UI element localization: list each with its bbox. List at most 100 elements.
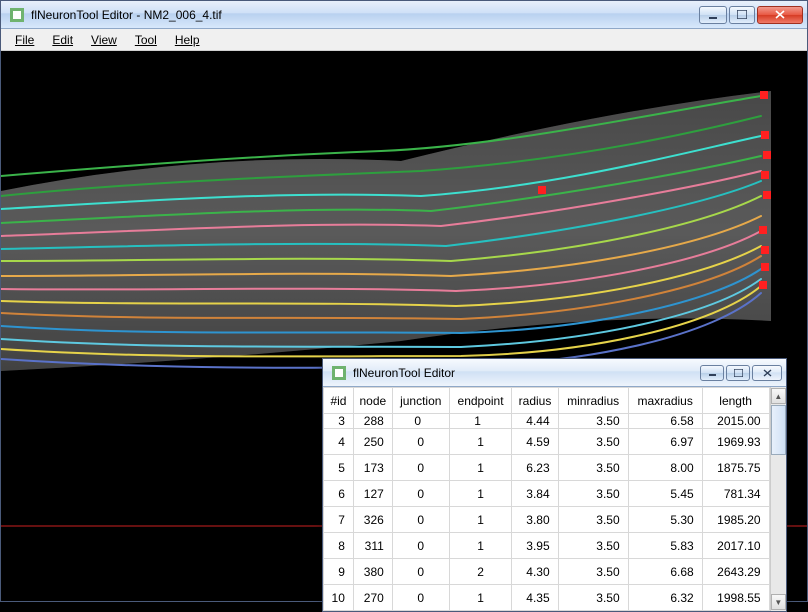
cell-maxradius: 5.30 xyxy=(628,507,702,533)
cell-minradius: 3.50 xyxy=(558,559,628,585)
cell-endpoint: 1 xyxy=(449,429,512,455)
data-table[interactable]: #id node junction endpoint radius minrad… xyxy=(323,387,770,611)
cell-id: 10 xyxy=(324,585,354,611)
cell-length: 1875.75 xyxy=(702,455,769,481)
cell-endpoint: 2 xyxy=(449,559,512,585)
table-row[interactable]: 6127013.843.505.45781.34 xyxy=(324,481,770,507)
cell-node: 380 xyxy=(353,559,392,585)
col-minradius[interactable]: minradius xyxy=(558,388,628,414)
cell-id: 3 xyxy=(324,414,354,429)
data-table-wrap: #id node junction endpoint radius minrad… xyxy=(323,387,786,611)
main-window-title: flNeuronTool Editor - NM2_006_4.tif xyxy=(31,8,699,22)
maximize-button[interactable] xyxy=(729,6,755,24)
col-id[interactable]: #id xyxy=(324,388,354,414)
cell-length: 2017.10 xyxy=(702,533,769,559)
cell-radius: 4.59 xyxy=(512,429,558,455)
cell-id: 6 xyxy=(324,481,354,507)
cell-radius: 6.23 xyxy=(512,455,558,481)
col-length[interactable]: length xyxy=(702,388,769,414)
cell-endpoint: 1 xyxy=(449,481,512,507)
menu-edit[interactable]: Edit xyxy=(44,31,81,49)
table-row[interactable]: 8311013.953.505.832017.10 xyxy=(324,533,770,559)
cell-endpoint: 1 xyxy=(449,455,512,481)
cell-node: 173 xyxy=(353,455,392,481)
table-row[interactable]: 9380024.303.506.682643.29 xyxy=(324,559,770,585)
col-radius[interactable]: radius xyxy=(512,388,558,414)
cell-maxradius: 8.00 xyxy=(628,455,702,481)
cell-endpoint: 1 xyxy=(449,585,512,611)
cell-radius: 4.30 xyxy=(512,559,558,585)
cell-junction: 0 xyxy=(392,507,449,533)
cell-length: 1969.93 xyxy=(702,429,769,455)
minimize-button[interactable] xyxy=(700,365,724,381)
cell-radius: 3.84 xyxy=(512,481,558,507)
cell-minradius: 3.50 xyxy=(558,533,628,559)
data-window: flNeuronTool Editor #id node junction en… xyxy=(322,358,787,612)
cell-minradius: 3.50 xyxy=(558,429,628,455)
window-controls xyxy=(700,365,782,381)
cell-length: 1998.55 xyxy=(702,585,769,611)
app-icon xyxy=(9,7,25,23)
cell-radius: 3.95 xyxy=(512,533,558,559)
table-row[interactable]: 7326013.803.505.301985.20 xyxy=(324,507,770,533)
cell-endpoint: 1 xyxy=(449,507,512,533)
cell-id: 7 xyxy=(324,507,354,533)
cell-minradius: 3.50 xyxy=(558,481,628,507)
cell-junction: 0 xyxy=(392,533,449,559)
vertical-scrollbar[interactable]: ▲ ▼ xyxy=(770,387,786,611)
scrollbar-track[interactable] xyxy=(771,405,786,593)
cell-node: 311 xyxy=(353,533,392,559)
cell-radius: 3.80 xyxy=(512,507,558,533)
cell-junction: 0 xyxy=(392,455,449,481)
cell-maxradius: 5.83 xyxy=(628,533,702,559)
table-row[interactable]: 4250014.593.506.971969.93 xyxy=(324,429,770,455)
scrollbar-thumb[interactable] xyxy=(771,405,786,455)
close-button[interactable] xyxy=(752,365,782,381)
cell-maxradius: 6.58 xyxy=(628,414,702,429)
col-node[interactable]: node xyxy=(353,388,392,414)
table-row[interactable]: 10270014.353.506.321998.55 xyxy=(324,585,770,611)
cell-maxradius: 5.45 xyxy=(628,481,702,507)
cell-minradius: 3.50 xyxy=(558,585,628,611)
maximize-button[interactable] xyxy=(726,365,750,381)
table-row[interactable]: 5173016.233.508.001875.75 xyxy=(324,455,770,481)
minimize-button[interactable] xyxy=(699,6,727,24)
cell-length: 2643.29 xyxy=(702,559,769,585)
cell-id: 5 xyxy=(324,455,354,481)
col-junction[interactable]: junction xyxy=(392,388,449,414)
menu-file[interactable]: File xyxy=(7,31,42,49)
cell-maxradius: 6.32 xyxy=(628,585,702,611)
scroll-up-button[interactable]: ▲ xyxy=(771,388,786,404)
cell-junction: 0 xyxy=(392,559,449,585)
cell-maxradius: 6.68 xyxy=(628,559,702,585)
cell-node: 326 xyxy=(353,507,392,533)
cell-length: 781.34 xyxy=(702,481,769,507)
menu-help[interactable]: Help xyxy=(167,31,208,49)
window-controls xyxy=(699,6,803,24)
cell-radius: 4.35 xyxy=(512,585,558,611)
cell-minradius: 3.50 xyxy=(558,507,628,533)
menu-view[interactable]: View xyxy=(83,31,125,49)
cell-id: 9 xyxy=(324,559,354,585)
col-endpoint[interactable]: endpoint xyxy=(449,388,512,414)
cell-junction: 0 xyxy=(392,414,449,429)
cell-endpoint: 1 xyxy=(449,414,512,429)
main-titlebar[interactable]: flNeuronTool Editor - NM2_006_4.tif xyxy=(1,1,807,29)
cell-minradius: 3.50 xyxy=(558,414,628,429)
menu-tool[interactable]: Tool xyxy=(127,31,165,49)
cell-length: 1985.20 xyxy=(702,507,769,533)
cell-id: 4 xyxy=(324,429,354,455)
cell-node: 250 xyxy=(353,429,392,455)
data-titlebar[interactable]: flNeuronTool Editor xyxy=(323,359,786,387)
col-maxradius[interactable]: maxradius xyxy=(628,388,702,414)
close-button[interactable] xyxy=(757,6,803,24)
cell-radius: 4.44 xyxy=(512,414,558,429)
cell-junction: 0 xyxy=(392,429,449,455)
scroll-down-button[interactable]: ▼ xyxy=(771,594,786,610)
cell-junction: 0 xyxy=(392,585,449,611)
cell-minradius: 3.50 xyxy=(558,455,628,481)
cell-id: 8 xyxy=(324,533,354,559)
table-row[interactable]: 3288014.443.506.582015.00 xyxy=(324,414,770,429)
cell-junction: 0 xyxy=(392,481,449,507)
cell-maxradius: 6.97 xyxy=(628,429,702,455)
